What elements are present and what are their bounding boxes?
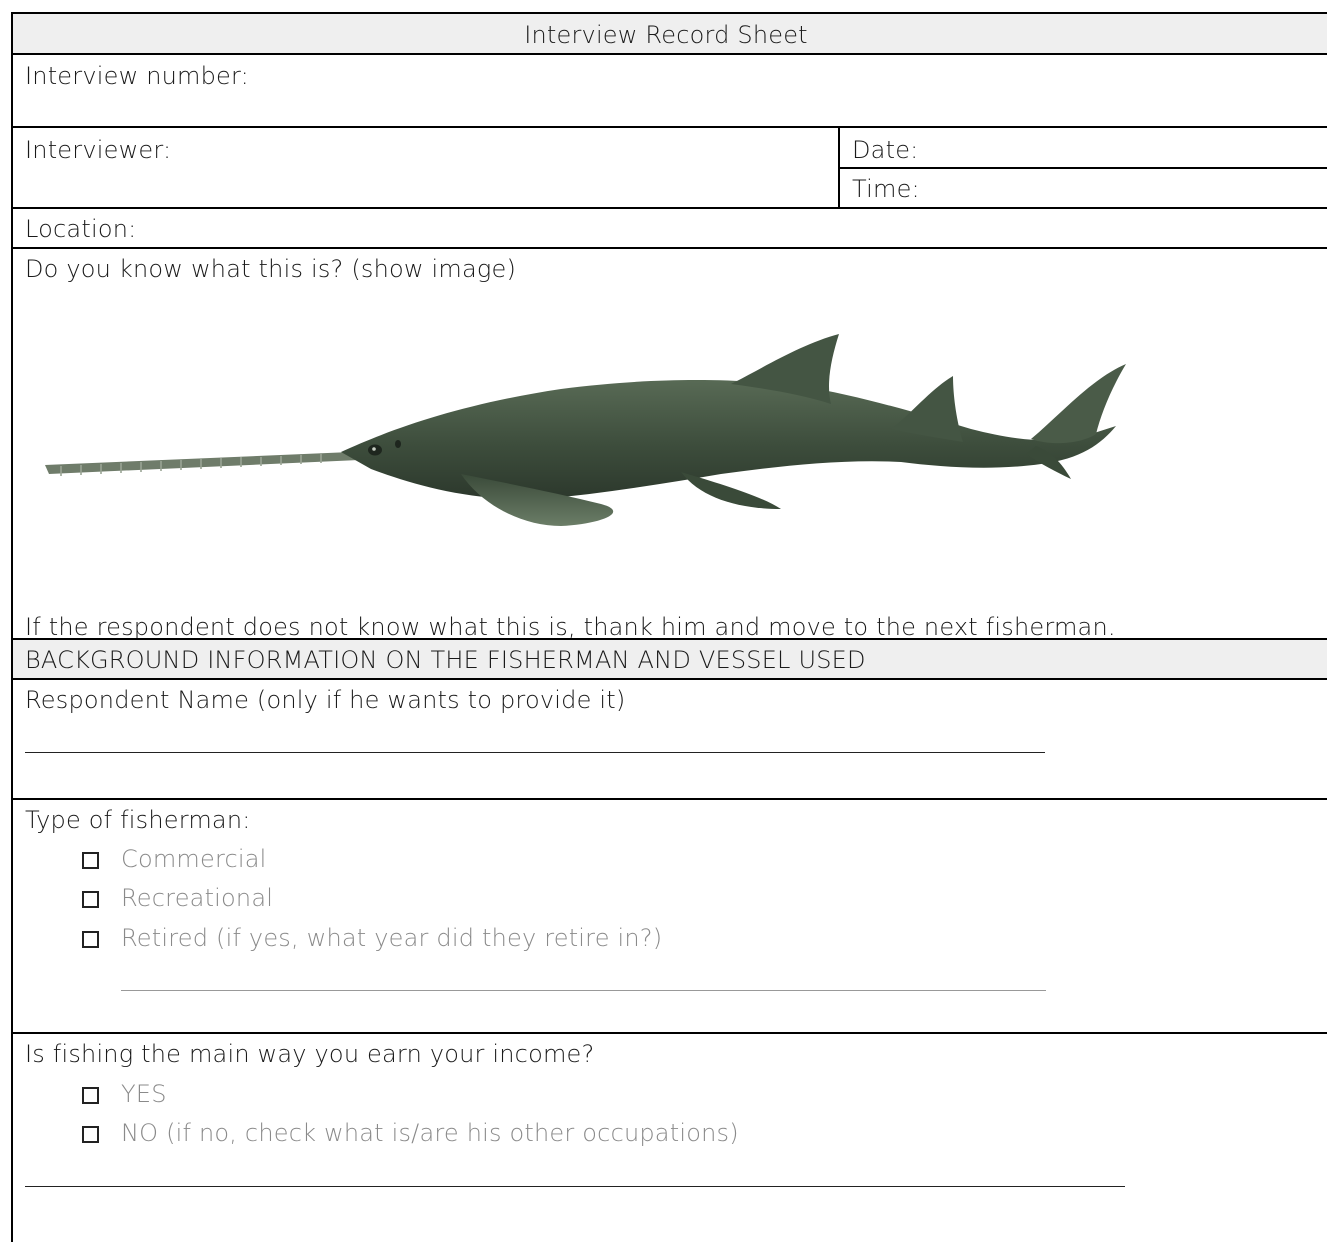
section-header-background: BACKGROUND INFORMATION ON THE FISHERMAN … — [11, 638, 1327, 678]
respondent-name-row[interactable]: Respondent Name (only if he wants to pro… — [11, 678, 1327, 798]
interview-number-row[interactable]: Interview number: — [11, 53, 1327, 126]
time-label: Time: — [852, 175, 920, 203]
fisherman-type-row: Type of fisherman: Commercial Recreation… — [11, 798, 1327, 1032]
interview-number-label: Interview number: — [25, 62, 249, 90]
respondent-name-line[interactable] — [25, 752, 1045, 753]
income-question: Is fishing the main way you earn your in… — [25, 1040, 595, 1068]
section-title: BACKGROUND INFORMATION ON THE FISHERMAN … — [25, 646, 866, 674]
yes-checkbox[interactable] — [82, 1087, 99, 1104]
date-time-divider — [838, 167, 1327, 169]
commercial-option: Commercial — [121, 845, 267, 873]
interview-record-sheet: Interview Record Sheet Interview number:… — [11, 12, 1327, 1242]
sheet-title: Interview Record Sheet — [524, 21, 808, 49]
fisherman-type-question: Type of fisherman: — [25, 806, 251, 834]
date-label: Date: — [852, 136, 919, 164]
commercial-checkbox[interactable] — [82, 852, 99, 869]
location-label: Location: — [25, 215, 137, 243]
title-row: Interview Record Sheet — [11, 12, 1327, 53]
interviewer-label: Interviewer: — [25, 136, 172, 164]
retired-year-line[interactable] — [121, 990, 1046, 991]
sawfish-illustration-icon — [45, 334, 1126, 526]
recreational-option: Recreational — [121, 884, 274, 912]
retired-option: Retired (if yes, what year did they reti… — [121, 924, 663, 952]
image-question-instruction: If the respondent does not know what thi… — [25, 613, 1116, 641]
income-row: Is fishing the main way you earn your in… — [11, 1032, 1327, 1242]
yes-option: YES — [121, 1080, 167, 1108]
image-question-prompt: Do you know what this is? (show image) — [25, 255, 517, 283]
no-checkbox[interactable] — [82, 1126, 99, 1143]
location-row[interactable]: Location: — [11, 207, 1327, 247]
recreational-checkbox[interactable] — [82, 891, 99, 908]
image-question-row: Do you know what this is? (show image) I… — [11, 247, 1327, 641]
other-occupations-line[interactable] — [25, 1186, 1125, 1187]
respondent-name-label: Respondent Name (only if he wants to pro… — [25, 686, 626, 714]
no-option: NO (if no, check what is/are his other o… — [121, 1119, 739, 1147]
retired-checkbox[interactable] — [82, 931, 99, 948]
interviewer-row: Interviewer: Date: Time: — [11, 126, 1327, 207]
